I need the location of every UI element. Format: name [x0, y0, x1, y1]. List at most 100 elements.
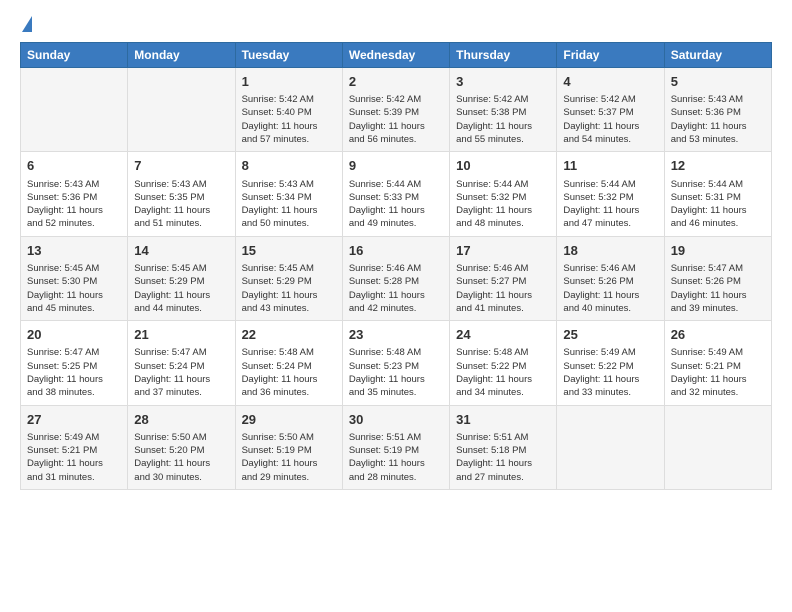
day-info-line: Daylight: 11 hours and 47 minutes. — [563, 205, 639, 229]
calendar-cell: 22Sunrise: 5:48 AMSunset: 5:24 PMDayligh… — [235, 321, 342, 405]
day-info-line: Sunset: 5:21 PM — [671, 361, 741, 372]
day-info-line: Daylight: 11 hours and 32 minutes. — [671, 374, 747, 398]
day-info-line: Sunrise: 5:45 AM — [242, 263, 314, 274]
day-info-line: Daylight: 11 hours and 44 minutes. — [134, 290, 210, 314]
day-info-line: Sunset: 5:24 PM — [242, 361, 312, 372]
day-info-line: Sunset: 5:20 PM — [134, 445, 204, 456]
day-info: Sunrise: 5:50 AMSunset: 5:20 PMDaylight:… — [134, 431, 228, 484]
day-number: 26 — [671, 326, 765, 344]
day-info: Sunrise: 5:43 AMSunset: 5:36 PMDaylight:… — [671, 93, 765, 146]
day-info-line: Sunrise: 5:51 AM — [349, 432, 421, 443]
day-info: Sunrise: 5:50 AMSunset: 5:19 PMDaylight:… — [242, 431, 336, 484]
day-info-line: Sunrise: 5:48 AM — [349, 347, 421, 358]
day-number: 5 — [671, 73, 765, 91]
day-info-line: Sunrise: 5:50 AM — [134, 432, 206, 443]
day-info-line: Sunrise: 5:47 AM — [671, 263, 743, 274]
day-number: 21 — [134, 326, 228, 344]
day-info: Sunrise: 5:46 AMSunset: 5:26 PMDaylight:… — [563, 262, 657, 315]
day-info: Sunrise: 5:42 AMSunset: 5:37 PMDaylight:… — [563, 93, 657, 146]
calendar-cell: 5 Sunrise: 5:43 AMSunset: 5:36 PMDaylight… — [664, 68, 771, 152]
day-info-line: Sunrise: 5:49 AM — [671, 347, 743, 358]
day-number: 6 — [27, 157, 121, 175]
day-number: 17 — [456, 242, 550, 260]
day-info-line: Daylight: 11 hours and 27 minutes. — [456, 458, 532, 482]
day-info: Sunrise: 5:44 AMSunset: 5:31 PMDaylight:… — [671, 178, 765, 231]
day-info-line: Sunset: 5:38 PM — [456, 107, 526, 118]
day-info-line: Sunset: 5:19 PM — [349, 445, 419, 456]
day-info-line: Daylight: 11 hours and 51 minutes. — [134, 205, 210, 229]
day-info-line: Sunrise: 5:44 AM — [349, 179, 421, 190]
day-info-line: Daylight: 11 hours and 49 minutes. — [349, 205, 425, 229]
day-info-line: Sunset: 5:27 PM — [456, 276, 526, 287]
header-day-friday: Friday — [557, 43, 664, 68]
page-container: SundayMondayTuesdayWednesdayThursdayFrid… — [0, 0, 792, 510]
day-info-line: Daylight: 11 hours and 36 minutes. — [242, 374, 318, 398]
calendar-cell: 1 Sunrise: 5:42 AMSunset: 5:40 PMDaylight… — [235, 68, 342, 152]
calendar-header: SundayMondayTuesdayWednesdayThursdayFrid… — [21, 43, 772, 68]
calendar-cell — [21, 68, 128, 152]
day-info-line: Daylight: 11 hours and 45 minutes. — [27, 290, 103, 314]
day-info-line: Sunset: 5:32 PM — [563, 192, 633, 203]
day-number: 11 — [563, 157, 657, 175]
calendar-table: SundayMondayTuesdayWednesdayThursdayFrid… — [20, 42, 772, 490]
day-number: 12 — [671, 157, 765, 175]
day-info: Sunrise: 5:47 AMSunset: 5:26 PMDaylight:… — [671, 262, 765, 315]
day-info-line: Sunset: 5:18 PM — [456, 445, 526, 456]
day-info-line: Sunset: 5:24 PM — [134, 361, 204, 372]
day-number: 31 — [456, 411, 550, 429]
day-info-line: Sunrise: 5:46 AM — [349, 263, 421, 274]
day-info-line: Sunset: 5:39 PM — [349, 107, 419, 118]
header-day-tuesday: Tuesday — [235, 43, 342, 68]
header-day-thursday: Thursday — [450, 43, 557, 68]
day-info-line: Sunrise: 5:49 AM — [563, 347, 635, 358]
day-info: Sunrise: 5:45 AMSunset: 5:29 PMDaylight:… — [134, 262, 228, 315]
day-info: Sunrise: 5:49 AMSunset: 5:22 PMDaylight:… — [563, 346, 657, 399]
day-info: Sunrise: 5:48 AM Sunset: 5:24 PM Daylight:… — [242, 346, 336, 399]
week-row-4: 20Sunrise: 5:47 AMSunset: 5:25 PMDayligh… — [21, 321, 772, 405]
day-info-line: Sunrise: 5:43 AM — [27, 179, 99, 190]
day-info-line: Sunset: 5:30 PM — [27, 276, 97, 287]
day-number: 16 — [349, 242, 443, 260]
calendar-cell: 18Sunrise: 5:46 AMSunset: 5:26 PMDayligh… — [557, 236, 664, 320]
calendar-cell: 28Sunrise: 5:50 AMSunset: 5:20 PMDayligh… — [128, 405, 235, 489]
day-info-line: Sunset: 5:36 PM — [27, 192, 97, 203]
week-row-5: 27Sunrise: 5:49 AMSunset: 5:21 PMDayligh… — [21, 405, 772, 489]
day-info-line: Sunrise: 5:50 AM — [242, 432, 314, 443]
logo — [20, 16, 32, 34]
day-info-line: Sunset: 5:35 PM — [134, 192, 204, 203]
day-info-line: Sunrise: 5:48 AM — [242, 347, 314, 358]
day-info-line: Sunset: 5:29 PM — [242, 276, 312, 287]
day-number: 13 — [27, 242, 121, 260]
day-info-line: Daylight: 11 hours and 28 minutes. — [349, 458, 425, 482]
day-number: 1 — [242, 73, 336, 91]
calendar-cell: 31Sunrise: 5:51 AMSunset: 5:18 PMDayligh… — [450, 405, 557, 489]
day-info-line: Sunset: 5:31 PM — [671, 192, 741, 203]
day-number: 4 — [563, 73, 657, 91]
day-info-line: Sunrise: 5:42 AM — [242, 94, 314, 105]
day-info-line: Sunset: 5:26 PM — [563, 276, 633, 287]
calendar-cell: 4 Sunrise: 5:42 AMSunset: 5:37 PMDaylight… — [557, 68, 664, 152]
day-info-line: Sunrise: 5:44 AM — [456, 179, 528, 190]
day-info-line: Daylight: 11 hours and 52 minutes. — [27, 205, 103, 229]
logo-triangle-icon — [22, 16, 32, 32]
calendar-cell: 3Sunrise: 5:42 AMSunset: 5:38 PMDaylight… — [450, 68, 557, 152]
day-info-line: Sunrise: 5:46 AM — [456, 263, 528, 274]
day-info-line: Sunset: 5:32 PM — [456, 192, 526, 203]
day-info: Sunrise: 5:42 AMSunset: 5:40 PMDaylight:… — [242, 93, 336, 146]
day-info-line: Sunset: 5:36 PM — [671, 107, 741, 118]
day-info-line: Daylight: 11 hours and 31 minutes. — [27, 458, 103, 482]
day-info: Sunrise: 5:42 AMSunset: 5:38 PMDaylight:… — [456, 93, 550, 146]
day-info-line: Daylight: 11 hours and 38 minutes. — [27, 374, 103, 398]
day-info-line: Sunrise: 5:49 AM — [27, 432, 99, 443]
day-info-line: Daylight: 11 hours and 37 minutes. — [134, 374, 210, 398]
calendar-cell: 25Sunrise: 5:49 AMSunset: 5:22 PMDayligh… — [557, 321, 664, 405]
day-info: Sunrise: 5:46 AMSunset: 5:28 PMDaylight:… — [349, 262, 443, 315]
day-info-line: Sunset: 5:37 PM — [563, 107, 633, 118]
calendar-cell: 23Sunrise: 5:48 AMSunset: 5:23 PMDayligh… — [342, 321, 449, 405]
calendar-cell: 8Sunrise: 5:43 AMSunset: 5:34 PMDaylight… — [235, 152, 342, 236]
day-info: Sunrise: 5:43 AM Sunset: 5:36 PM Daylight:… — [27, 178, 121, 231]
calendar-cell: 26 Sunrise: 5:49 AM Sunset: 5:21 PM Dayligh… — [664, 321, 771, 405]
day-info: Sunrise: 5:44 AMSunset: 5:32 PMDaylight:… — [563, 178, 657, 231]
week-row-3: 13 Sunrise: 5:45 AM Sunset: 5:30 PM Dayligh… — [21, 236, 772, 320]
calendar-cell: 24Sunrise: 5:48 AMSunset: 5:22 PMDayligh… — [450, 321, 557, 405]
